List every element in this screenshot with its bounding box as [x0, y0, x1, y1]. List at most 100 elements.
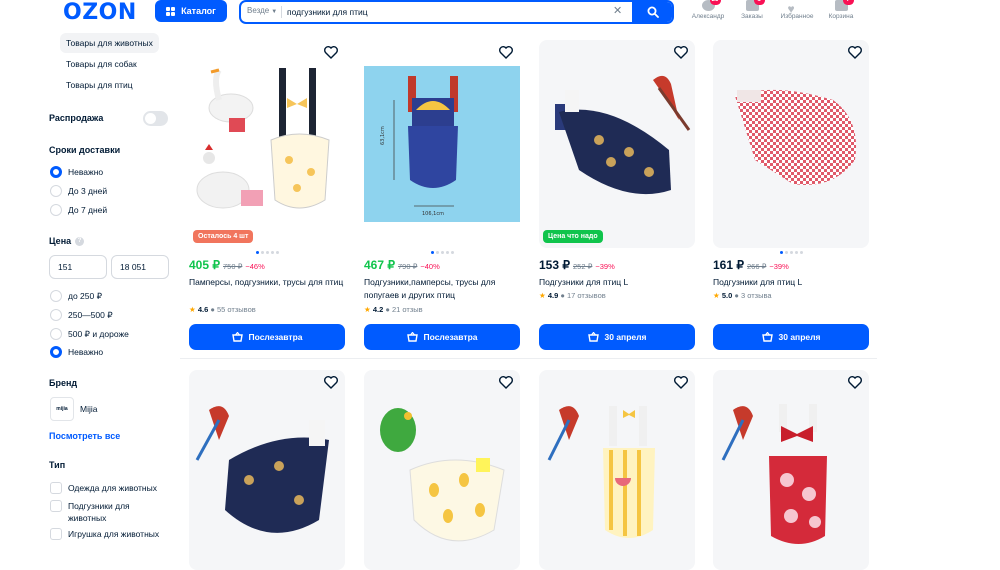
comment-icon: ● — [210, 305, 215, 314]
delivery-option-any[interactable]: Неважно — [50, 166, 103, 178]
price-from-input[interactable]: 151 — [49, 255, 107, 279]
price-option-250[interactable]: до 250 ₽ — [50, 290, 102, 302]
type-option-diapers[interactable]: Подгузники для животных — [50, 500, 158, 524]
info-icon[interactable]: ? — [75, 237, 85, 247]
mijia-logo: mijia — [50, 397, 74, 421]
product-image[interactable] — [364, 370, 520, 570]
price-option-250-500[interactable]: 250—500 ₽ — [50, 309, 113, 321]
checkbox[interactable] — [50, 482, 62, 494]
image-pager — [713, 251, 869, 254]
product-image[interactable]: 63,1cm 106,1cm — [364, 40, 520, 248]
product-card[interactable]: 63,1cm 106,1cm 467 ₽790 ₽ −40% Подгузники… — [364, 40, 520, 350]
product-card[interactable]: 161 ₽266 ₽ −39% Подгузники для птиц L ★ 5… — [713, 40, 869, 350]
product-title[interactable]: Подгузники,памперсы, трусы для попугаев … — [364, 276, 520, 302]
reviews-count[interactable]: 21 отзыв — [392, 305, 423, 314]
product-card[interactable] — [713, 370, 869, 570]
reviews-count[interactable]: 17 отзывов — [567, 291, 606, 300]
checkbox[interactable] — [50, 528, 62, 540]
current-price: 405 ₽ — [189, 258, 220, 272]
price-option-500[interactable]: 500 ₽ и дороже — [50, 328, 129, 340]
product-card[interactable]: Осталось 4 шт 405 ₽750 ₽ −46% Памперсы, п… — [189, 40, 345, 350]
product-title[interactable]: Подгузники для птиц L — [539, 276, 695, 289]
category-pets[interactable]: Товары для животных — [60, 33, 159, 53]
header-favorites[interactable]: ♥ Избранное — [775, 0, 819, 20]
brand-mijia[interactable]: mijia Mijia — [50, 397, 97, 421]
favorite-heart-icon[interactable] — [673, 374, 689, 390]
star-icon: ★ — [539, 291, 546, 300]
clear-icon[interactable]: ✕ — [613, 4, 622, 17]
search-scope-select[interactable]: Везде ▼ — [247, 6, 277, 15]
radio[interactable] — [50, 185, 62, 197]
search-button[interactable] — [632, 2, 672, 22]
product-photo-diaper-dimensions: 63,1cm 106,1cm — [364, 66, 520, 222]
header-cart[interactable]: 7 Корзина — [819, 0, 863, 20]
favorite-heart-icon[interactable] — [673, 44, 689, 60]
reviews-count[interactable]: 3 отзыва — [741, 291, 772, 300]
reviews-count[interactable]: 55 отзывов — [217, 305, 256, 314]
favorite-heart-icon[interactable] — [847, 374, 863, 390]
favorite-heart-icon[interactable] — [847, 44, 863, 60]
category-birds[interactable]: Товары для птиц — [60, 75, 139, 95]
search-icon — [647, 6, 659, 18]
favorite-heart-icon[interactable] — [498, 44, 514, 60]
product-photo-parrot-yellow-stripes — [547, 406, 655, 538]
search-input[interactable] — [287, 5, 607, 19]
type-option-clothing[interactable]: Одежда для животных — [50, 482, 157, 494]
type-option-toys[interactable]: Игрушка для животных — [50, 528, 159, 540]
price-to-input[interactable]: 18 051 — [111, 255, 169, 279]
product-image[interactable]: Цена что надо — [539, 40, 695, 248]
checkbox[interactable] — [50, 500, 62, 512]
product-image[interactable]: Осталось 4 шт — [189, 40, 345, 248]
see-all-brands-link[interactable]: Посмотреть все — [49, 431, 120, 441]
header-orders[interactable]: 1 Заказы — [730, 0, 774, 20]
radio-checked[interactable] — [50, 166, 62, 178]
user-badge: 25 — [709, 0, 721, 5]
rating: ★ 4.6 ● 55 отзывов — [189, 305, 256, 314]
product-card[interactable] — [364, 370, 520, 570]
delivery-button[interactable]: Послезавтра — [364, 324, 520, 350]
price-title: Цена? — [49, 236, 85, 247]
product-card[interactable]: Цена что надо 153 ₽252 ₽ −39% Подгузники … — [539, 40, 695, 350]
product-title[interactable]: Памперсы, подгузники, трусы для птиц — [189, 276, 345, 289]
product-image[interactable] — [189, 370, 345, 570]
stock-badge: Осталось 4 шт — [193, 230, 254, 243]
catalog-button[interactable]: Каталог — [155, 0, 227, 22]
product-photo-red-checkered-diaper — [735, 89, 857, 185]
image-pager — [189, 251, 345, 254]
radio[interactable] — [50, 309, 62, 321]
rating: ★ 4.9 ● 17 отзывов — [539, 291, 606, 300]
top-header: OZON Каталог Везде▼ ✕ 25 Александр 1 Зак… — [0, 0, 1000, 30]
heart-icon: ♥ — [787, 2, 795, 16]
product-card[interactable] — [539, 370, 695, 570]
delivery-option-7days[interactable]: До 7 дней — [50, 204, 107, 216]
product-image[interactable] — [713, 40, 869, 248]
favorite-heart-icon[interactable] — [498, 374, 514, 390]
radio-checked[interactable] — [50, 346, 62, 358]
product-photo-parrot-diaper-navy — [555, 75, 691, 195]
delivery-button[interactable]: 30 апреля — [713, 324, 869, 350]
delivery-button[interactable]: Послезавтра — [189, 324, 345, 350]
category-dogs[interactable]: Товары для собак — [60, 54, 143, 74]
delivery-option-3days[interactable]: До 3 дней — [50, 185, 107, 197]
ozon-logo[interactable]: OZON — [63, 0, 137, 25]
radio[interactable] — [50, 328, 62, 340]
favorite-heart-icon[interactable] — [323, 44, 339, 60]
product-card[interactable] — [189, 370, 345, 570]
header-user[interactable]: 25 Александр — [686, 0, 730, 20]
cart-label: Корзина — [828, 13, 854, 20]
sale-toggle[interactable] — [143, 111, 168, 126]
product-image[interactable] — [713, 370, 869, 570]
checkbox-label: Подгузники для животных — [68, 501, 130, 523]
radio[interactable] — [50, 204, 62, 216]
favorite-heart-icon[interactable] — [323, 374, 339, 390]
radio-label: 250—500 ₽ — [68, 309, 113, 320]
price-option-any[interactable]: Неважно — [50, 346, 103, 358]
comment-icon: ● — [734, 291, 739, 300]
search-bar: Везде▼ ✕ — [239, 0, 674, 24]
product-title[interactable]: Подгузники для птиц L — [713, 276, 869, 289]
comment-icon: ● — [385, 305, 390, 314]
product-image[interactable] — [539, 370, 695, 570]
delivery-button[interactable]: 30 апреля — [539, 324, 695, 350]
radio[interactable] — [50, 290, 62, 302]
delivery-label: Послезавтра — [248, 332, 303, 342]
